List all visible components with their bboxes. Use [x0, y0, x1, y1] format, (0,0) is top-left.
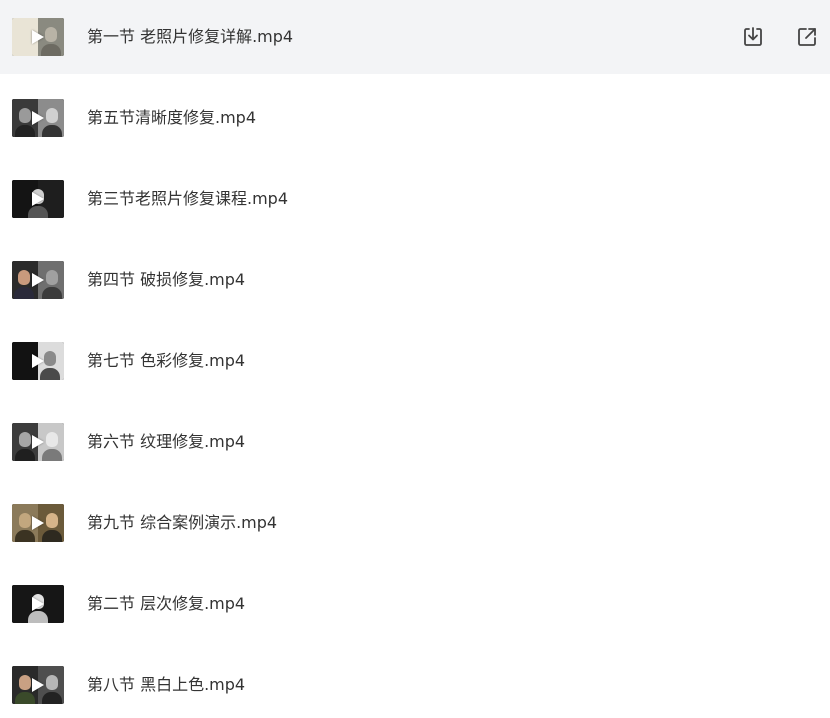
video-thumbnail: [12, 99, 64, 137]
file-row[interactable]: 第二节 层次修复.mp4: [0, 567, 830, 641]
file-row[interactable]: 第三节老照片修复课程.mp4: [0, 162, 830, 236]
file-name: 第五节清晰度修复.mp4: [87, 108, 257, 127]
play-icon: [32, 678, 44, 692]
file-name: 第八节 黑白上色.mp4: [87, 675, 246, 694]
video-thumbnail: [12, 504, 64, 542]
file-name: 第七节 色彩修复.mp4: [87, 351, 246, 370]
file-name: 第二节 层次修复.mp4: [87, 594, 246, 613]
video-thumbnail: [12, 18, 64, 56]
play-icon: [32, 30, 44, 44]
file-row[interactable]: 第七节 色彩修复.mp4: [0, 324, 830, 398]
play-icon: [32, 273, 44, 287]
download-icon: [744, 27, 762, 46]
play-icon: [32, 111, 44, 125]
file-row[interactable]: 第五节清晰度修复.mp4: [0, 81, 830, 155]
video-thumbnail: [12, 342, 64, 380]
open-external-button[interactable]: [794, 24, 820, 50]
row-actions: [740, 24, 820, 50]
open-external-icon: [798, 28, 816, 46]
file-name: 第四节 破损修复.mp4: [87, 270, 246, 289]
file-row[interactable]: 第九节 综合案例演示.mp4: [0, 486, 830, 560]
file-name: 第九节 综合案例演示.mp4: [87, 513, 278, 532]
file-row[interactable]: 第六节 纹理修复.mp4: [0, 405, 830, 479]
play-icon: [32, 354, 44, 368]
download-button[interactable]: [740, 24, 766, 50]
video-thumbnail: [12, 180, 64, 218]
file-row[interactable]: 第一节 老照片修复详解.mp4: [0, 0, 830, 74]
file-list: 第一节 老照片修复详解.mp4 第五节清晰度修复.mp4 第三节老照片修复课程.…: [0, 0, 830, 718]
file-row[interactable]: 第八节 黑白上色.mp4: [0, 648, 830, 718]
video-thumbnail: [12, 666, 64, 704]
file-name: 第三节老照片修复课程.mp4: [87, 189, 289, 208]
play-icon: [32, 516, 44, 530]
play-icon: [32, 435, 44, 449]
play-icon: [32, 597, 44, 611]
play-icon: [32, 192, 44, 206]
video-thumbnail: [12, 585, 64, 623]
video-thumbnail: [12, 423, 64, 461]
video-thumbnail: [12, 261, 64, 299]
file-row[interactable]: 第四节 破损修复.mp4: [0, 243, 830, 317]
file-name: 第一节 老照片修复详解.mp4: [87, 27, 294, 46]
file-name: 第六节 纹理修复.mp4: [87, 432, 246, 451]
